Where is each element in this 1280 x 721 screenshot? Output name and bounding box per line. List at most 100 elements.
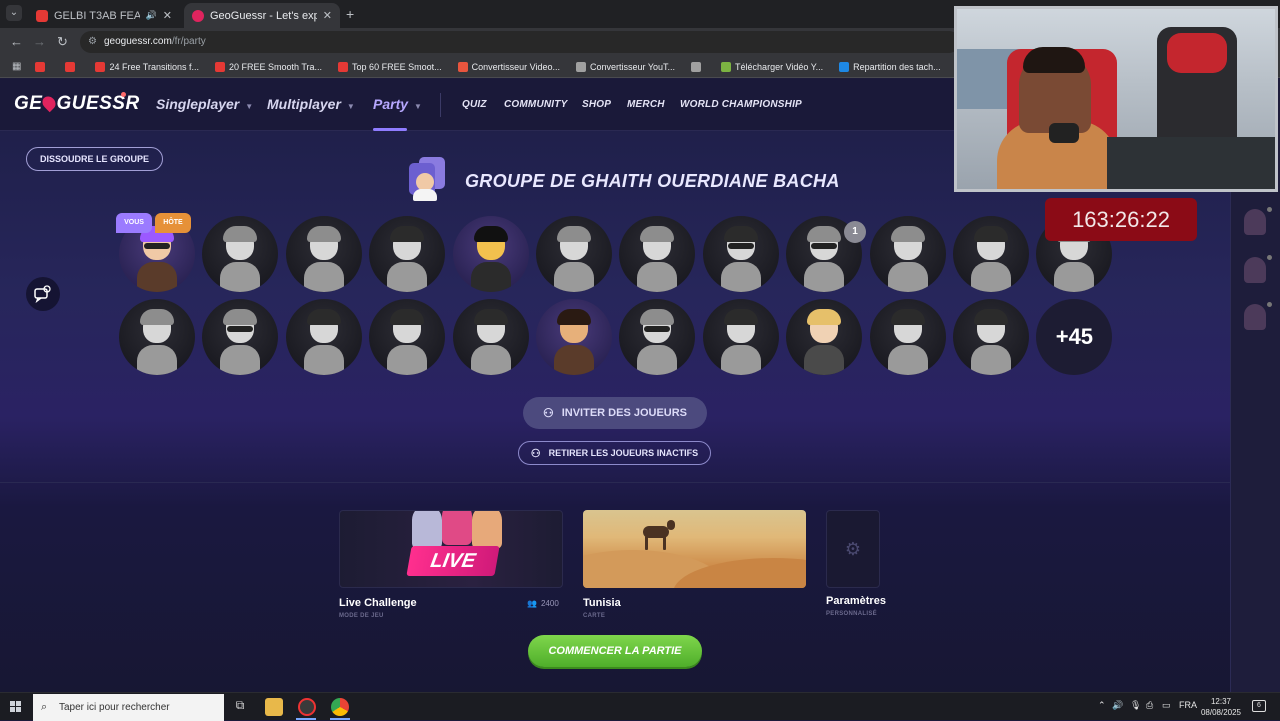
bookmark-favicon-icon [338, 61, 349, 72]
language-indicator[interactable]: FRA [1179, 700, 1197, 710]
live-label: LIVE [406, 546, 500, 576]
speaker-icon[interactable]: 🔊 [146, 10, 157, 21]
add-user-icon: ⚇ [542, 406, 554, 420]
level-badge: 1 [844, 221, 866, 243]
more-players-button[interactable]: +45 [1036, 299, 1113, 375]
player-avatar[interactable] [702, 299, 779, 375]
users-icon: 👥 [527, 599, 537, 608]
host-badge: HÔTE [155, 213, 191, 233]
apps-grid-icon[interactable]: ▦ [12, 61, 21, 72]
tab-search-button[interactable]: ⌄ [6, 5, 22, 21]
player-avatar[interactable] [202, 216, 279, 292]
nav-community[interactable]: COMMUNITY [504, 99, 567, 110]
bookmark-item[interactable] [65, 61, 79, 72]
player-avatar[interactable] [953, 216, 1029, 292]
volume-icon[interactable]: 🔊 [1112, 700, 1123, 711]
geoguessr-favicon-icon [192, 9, 204, 22]
bookmark-favicon-icon [839, 61, 850, 72]
player-avatar[interactable] [536, 216, 612, 292]
settings-card[interactable]: ⚙ [826, 510, 880, 588]
nav-multiplayer[interactable]: Multiplayer ▼ [267, 96, 355, 112]
chat-button[interactable] [26, 277, 60, 311]
mode-title: Live Challenge [339, 597, 417, 609]
network-icon[interactable]: ⎙ [1146, 700, 1153, 711]
player-avatar[interactable] [786, 299, 863, 375]
player-avatar[interactable] [285, 299, 362, 375]
address-bar[interactable]: ⚙ geoguessr.com/fr/party [80, 31, 960, 53]
player-avatar[interactable] [619, 216, 696, 292]
player-avatar[interactable] [869, 299, 946, 375]
player-avatar[interactable] [202, 299, 279, 375]
player-avatar[interactable] [953, 299, 1029, 375]
nav-merch[interactable]: MERCH [627, 99, 665, 110]
tunisia-map-card[interactable] [583, 510, 806, 588]
chrome-icon[interactable] [331, 698, 349, 716]
nav-shop[interactable]: SHOP [582, 99, 611, 110]
friend-avatar[interactable] [1244, 302, 1272, 330]
friend-avatar[interactable] [1244, 255, 1272, 283]
display-icon[interactable]: ▭ [1162, 700, 1171, 711]
sunglasses-icon [144, 243, 170, 249]
close-tab-icon[interactable]: ✕ [163, 9, 172, 22]
nav-quiz[interactable]: QUIZ [462, 99, 487, 110]
back-arrow-icon[interactable]: ← [10, 34, 23, 49]
player-avatar[interactable] [452, 216, 529, 292]
nav-world-championship[interactable]: WORLD CHAMPIONSHIP [680, 99, 802, 110]
dissolve-group-button[interactable]: DISSOUDRE LE GROUPE [26, 147, 163, 171]
invite-players-button[interactable]: ⚇ INVITER DES JOUEURS [523, 397, 707, 429]
microphone-icon[interactable]: 🎙 [1130, 700, 1141, 711]
bookmark-item[interactable]: 20 FREE Smooth Tra... [215, 61, 322, 72]
map-title: Tunisia [583, 597, 621, 609]
url-path: /fr/party [171, 36, 206, 47]
site-info-icon[interactable]: ⚙ [88, 31, 97, 53]
player-avatar[interactable] [536, 299, 612, 375]
player-avatar[interactable] [869, 216, 946, 292]
bookmark-favicon-icon [95, 61, 106, 72]
group-title: GROUPE DE GHAITH OUERDIANE BACHA [465, 171, 840, 191]
url-host: geoguessr.com [104, 36, 172, 47]
sunglasses-icon [727, 243, 754, 249]
remove-inactive-button[interactable]: ⚇ RETIRER LES JOUEURS INACTIFS [518, 441, 711, 465]
nav-party[interactable]: Party ▼ [373, 96, 422, 112]
bookmark-item[interactable]: 24 Free Transitions f... [95, 61, 199, 72]
taskbar-search-input[interactable]: ⌕ Taper ici pour rechercher [33, 694, 224, 721]
new-tab-button[interactable]: + [346, 6, 354, 22]
bookmark-item[interactable]: Convertisseur Video... [457, 61, 560, 72]
file-explorer-icon[interactable] [265, 698, 283, 716]
tab-geoguessr[interactable]: GeoGuessr - Let's explore the w ✕ [184, 3, 340, 28]
reload-icon[interactable]: ↻ [57, 34, 68, 50]
player-avatar[interactable] [369, 299, 446, 375]
close-tab-icon[interactable]: ✕ [323, 9, 332, 22]
bookmark-favicon-icon [691, 61, 702, 72]
taskbar-clock[interactable]: 12:37 08/08/2025 [1196, 696, 1246, 718]
forward-arrow-icon[interactable]: → [33, 34, 46, 49]
player-avatar[interactable] [285, 216, 362, 292]
player-avatar[interactable] [119, 299, 195, 375]
player-avatar[interactable] [619, 299, 696, 375]
bookmark-item[interactable]: Repartition des tach... [839, 61, 941, 72]
character-art [412, 511, 442, 549]
chevron-up-icon[interactable]: ⌃ [1098, 700, 1106, 711]
player-avatar[interactable] [369, 216, 446, 292]
nav-singleplayer[interactable]: Singleplayer ▼ [156, 96, 253, 112]
bookmark-item[interactable]: Top 60 FREE Smoot... [338, 61, 442, 72]
tab-youtube[interactable]: GELBI T3AB FEAT. @samara 🔊 ✕ [28, 3, 180, 28]
friend-avatar[interactable] [1244, 207, 1272, 235]
player-avatar[interactable] [452, 299, 529, 375]
you-badge: VOUS [116, 213, 152, 233]
start-game-button[interactable]: COMMENCER LA PARTIE [528, 635, 702, 667]
live-challenge-card[interactable]: LIVE [339, 510, 563, 588]
active-nav-indicator [373, 128, 407, 131]
bookmark-favicon-icon [721, 61, 732, 72]
task-view-icon[interactable]: ⧉ [231, 698, 249, 716]
bookmark-item[interactable]: Télécharger Vidéo Y... [721, 61, 823, 72]
webcam-overlay [954, 6, 1278, 192]
player-avatar[interactable] [702, 216, 779, 292]
bookmark-item[interactable] [691, 61, 705, 72]
remove-user-icon: ⚇ [530, 447, 541, 460]
obs-icon[interactable] [298, 698, 316, 716]
notification-center-icon[interactable]: 6 [1252, 700, 1266, 712]
windows-start-icon[interactable] [10, 701, 22, 713]
bookmark-item[interactable]: Convertisseur YouT... [575, 61, 675, 72]
bookmark-item[interactable] [35, 61, 49, 72]
